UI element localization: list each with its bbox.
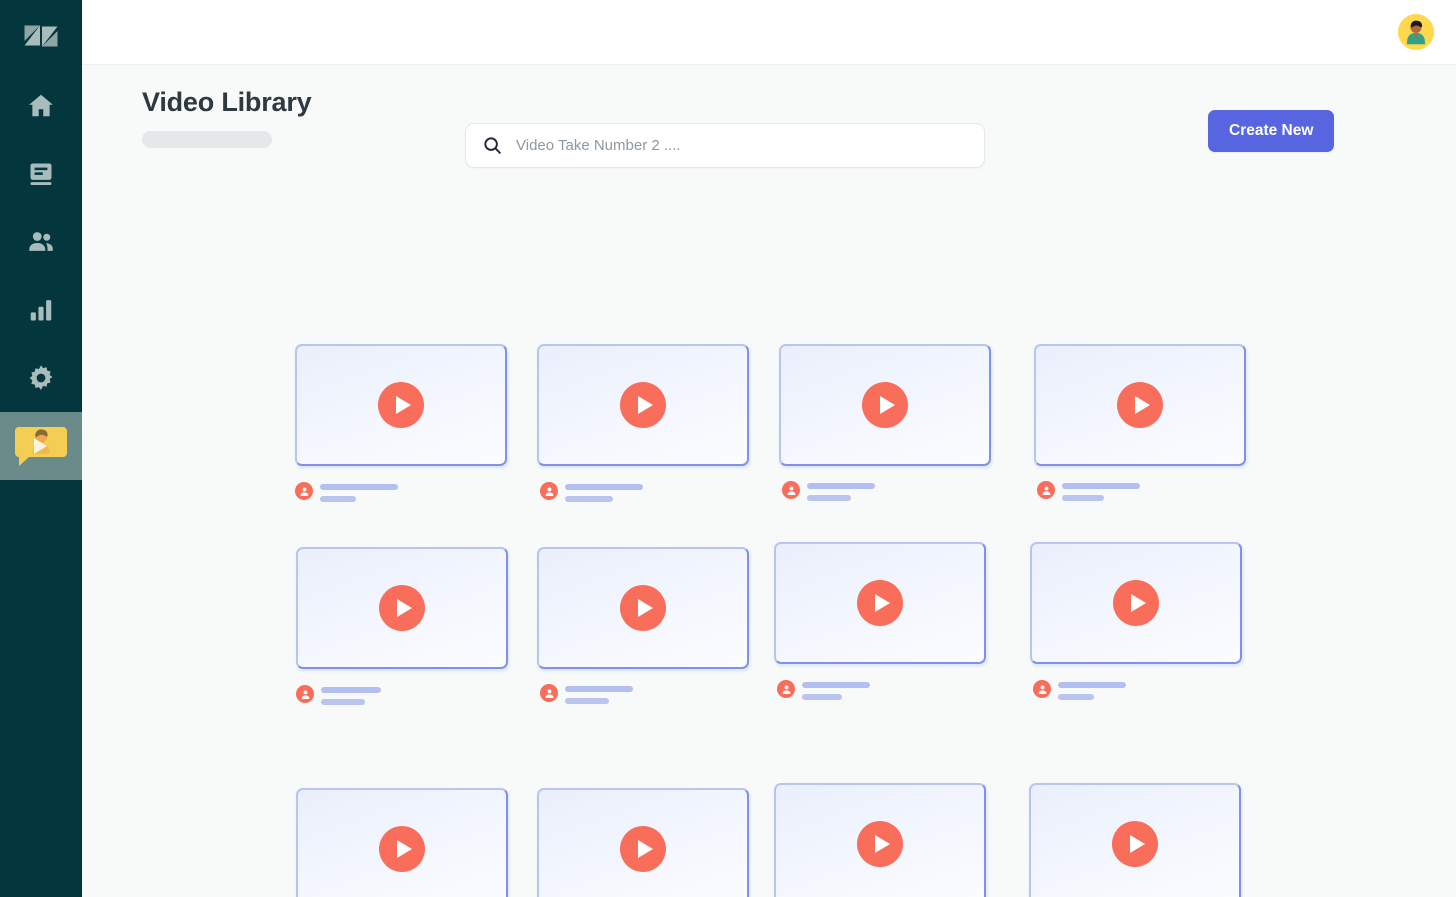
video-thumbnail[interactable] xyxy=(537,788,749,897)
content: Video Library Create New xyxy=(82,65,1456,897)
video-thumbnail[interactable] xyxy=(1034,344,1246,466)
topbar xyxy=(82,0,1456,65)
video-thumbnail[interactable] xyxy=(537,547,749,669)
video-card-meta xyxy=(782,481,875,501)
video-card-meta xyxy=(1033,680,1126,700)
bar-chart-icon xyxy=(30,300,52,321)
page-title: Video Library xyxy=(142,87,312,117)
author-avatar-icon xyxy=(1037,481,1055,499)
video-card[interactable] xyxy=(296,788,508,897)
play-button-icon[interactable] xyxy=(379,826,425,872)
video-card[interactable] xyxy=(1030,542,1242,664)
play-button-icon[interactable] xyxy=(620,382,666,428)
video-thumbnail[interactable] xyxy=(537,344,749,466)
author-avatar-icon xyxy=(540,482,558,500)
video-thumbnail[interactable] xyxy=(295,344,507,466)
page-header: Video Library Create New xyxy=(82,65,1456,195)
video-bubble-icon xyxy=(15,425,67,467)
home-icon xyxy=(29,94,53,117)
video-card[interactable] xyxy=(774,783,986,897)
search-icon xyxy=(482,135,503,156)
play-button-icon[interactable] xyxy=(620,585,666,631)
play-button-icon[interactable] xyxy=(1112,821,1158,867)
author-avatar-icon xyxy=(782,481,800,499)
user-avatar[interactable] xyxy=(1398,14,1434,50)
video-title-placeholder xyxy=(1062,481,1140,501)
video-title-placeholder xyxy=(565,482,643,502)
gear-icon xyxy=(29,365,53,390)
zendesk-logo[interactable] xyxy=(0,0,82,72)
video-card-meta xyxy=(296,685,381,705)
app-root: Video Library Create New xyxy=(0,0,1456,897)
play-button-icon[interactable] xyxy=(620,826,666,872)
video-card-meta xyxy=(777,680,870,700)
video-card[interactable] xyxy=(537,788,749,897)
video-thumbnail[interactable] xyxy=(296,788,508,897)
video-card[interactable] xyxy=(1029,783,1241,897)
main-area: Video Library Create New xyxy=(82,0,1456,897)
author-avatar-icon xyxy=(295,482,313,500)
author-avatar-icon xyxy=(296,685,314,703)
video-card[interactable] xyxy=(296,547,508,669)
video-card-meta xyxy=(540,482,643,502)
video-card-meta xyxy=(295,482,398,502)
video-title-placeholder xyxy=(807,481,875,501)
video-card[interactable] xyxy=(537,547,749,669)
video-thumbnail[interactable] xyxy=(296,547,508,669)
author-avatar-icon xyxy=(1033,680,1051,698)
video-title-placeholder xyxy=(321,685,381,705)
play-button-icon[interactable] xyxy=(862,382,908,428)
play-button-icon[interactable] xyxy=(857,821,903,867)
video-title-placeholder xyxy=(1058,680,1126,700)
article-icon xyxy=(30,163,52,185)
search-box[interactable] xyxy=(465,123,985,168)
play-triangle-icon xyxy=(34,438,47,454)
sidebar-item-reports[interactable] xyxy=(0,276,82,344)
video-card[interactable] xyxy=(537,344,749,466)
search-input[interactable] xyxy=(516,137,956,154)
video-card-meta xyxy=(1037,481,1140,501)
video-thumbnail[interactable] xyxy=(1029,783,1241,897)
play-button-icon[interactable] xyxy=(1117,382,1163,428)
subtitle-placeholder xyxy=(142,131,272,148)
video-thumbnail[interactable] xyxy=(1030,542,1242,664)
video-title-placeholder xyxy=(802,680,870,700)
author-avatar-icon xyxy=(777,680,795,698)
video-card[interactable] xyxy=(774,542,986,664)
create-new-button[interactable]: Create New xyxy=(1208,110,1335,152)
video-thumbnail[interactable] xyxy=(774,542,986,664)
author-avatar-icon xyxy=(540,684,558,702)
sidebar-item-home[interactable] xyxy=(0,72,82,140)
play-button-icon[interactable] xyxy=(378,382,424,428)
video-thumbnail[interactable] xyxy=(774,783,986,897)
play-button-icon[interactable] xyxy=(379,585,425,631)
sidebar-item-customers[interactable] xyxy=(0,208,82,276)
play-button-icon[interactable] xyxy=(1113,580,1159,626)
video-card[interactable] xyxy=(779,344,991,466)
sidebar-item-knowledge[interactable] xyxy=(0,140,82,208)
people-icon xyxy=(29,232,53,251)
video-card-meta xyxy=(540,684,633,704)
play-button-icon[interactable] xyxy=(857,580,903,626)
sidebar xyxy=(0,0,82,897)
video-title-placeholder xyxy=(320,482,398,502)
video-card[interactable] xyxy=(295,344,507,466)
video-card[interactable] xyxy=(1034,344,1246,466)
sidebar-item-settings[interactable] xyxy=(0,344,82,412)
video-title-placeholder xyxy=(565,684,633,704)
video-thumbnail[interactable] xyxy=(779,344,991,466)
sidebar-item-video-library[interactable] xyxy=(0,412,82,480)
